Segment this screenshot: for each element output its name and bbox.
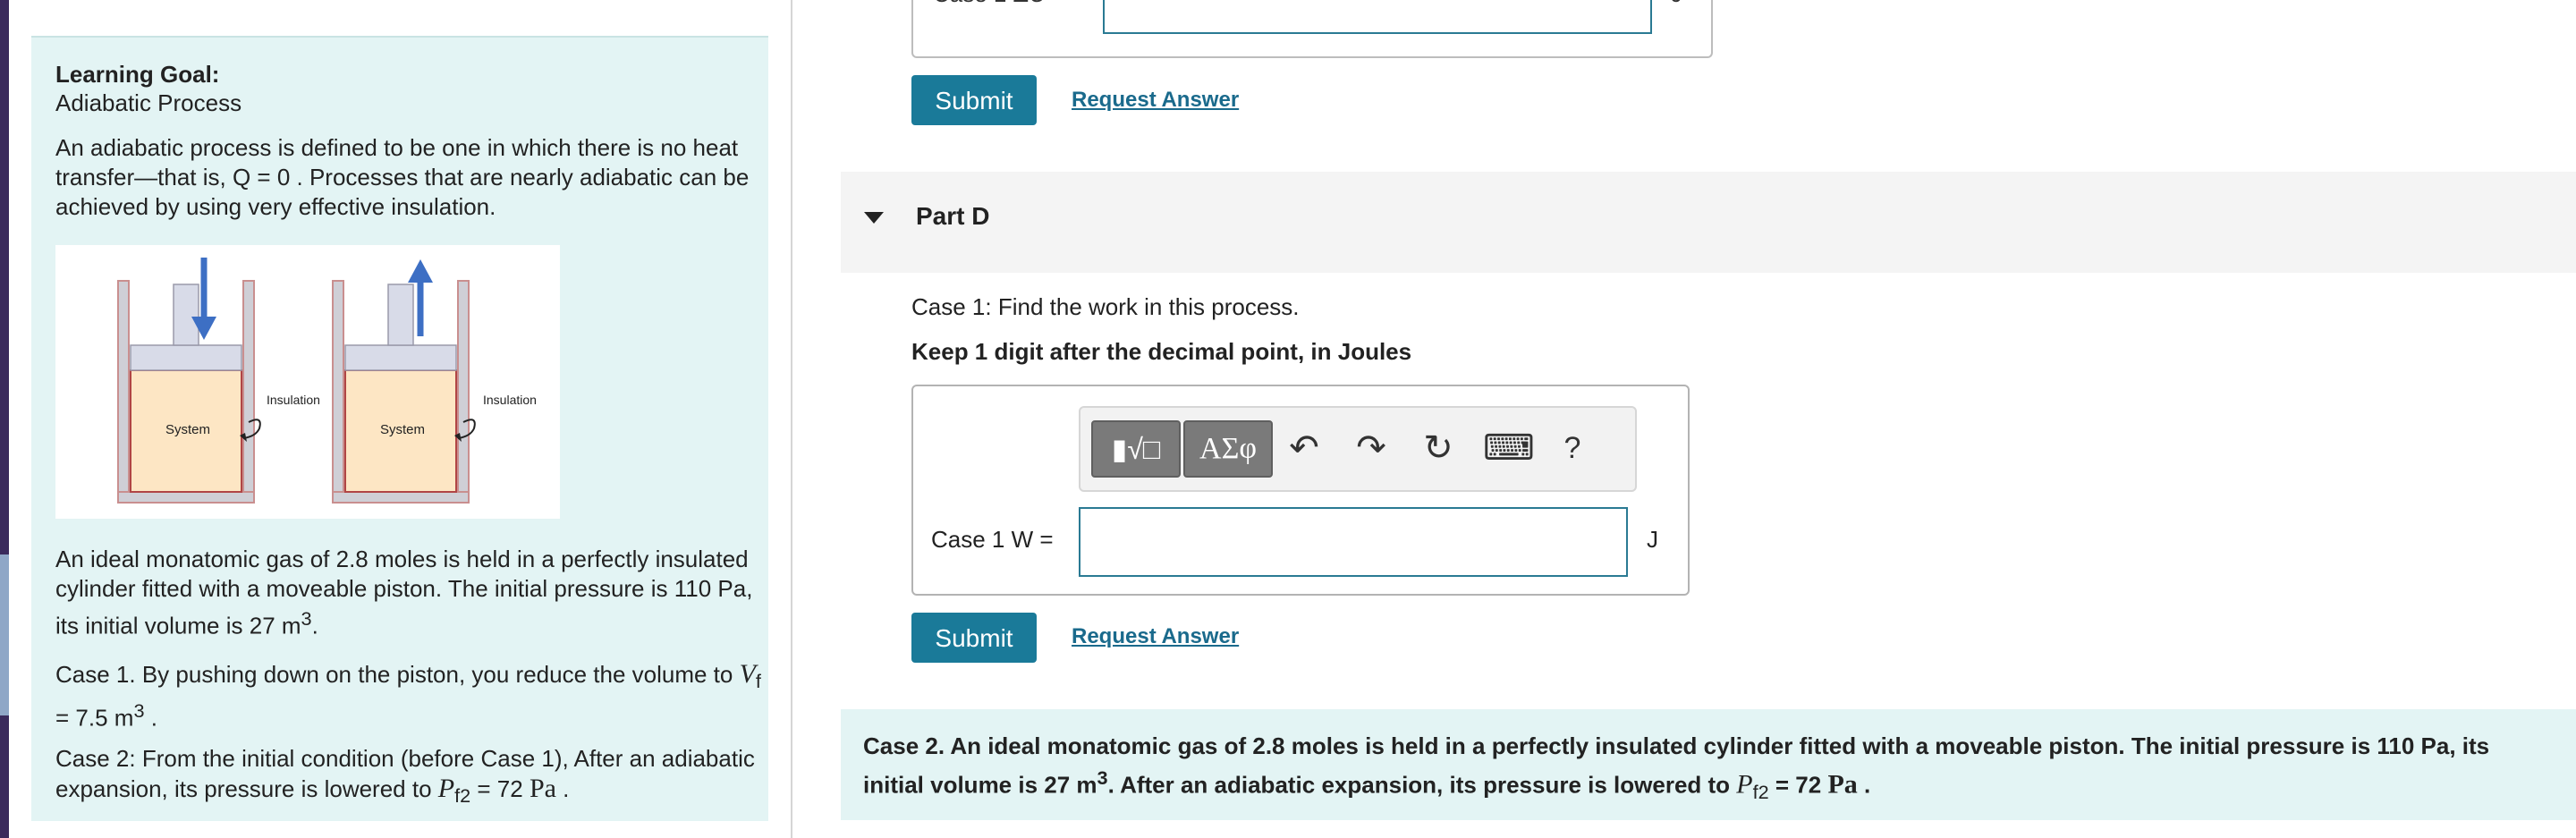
window-edge (0, 0, 9, 838)
case2-panel-val: = 72 (1768, 771, 1828, 799)
submit-button[interactable]: Submit (911, 613, 1037, 663)
case2-panel-sub: f2 (1752, 780, 1769, 803)
case2-sub: f2 (454, 784, 471, 808)
greek-symbols-button[interactable]: ΑΣφ (1183, 420, 1273, 478)
keyboard-icon[interactable]: ⌨ (1483, 427, 1535, 469)
case1-sup: 3 (133, 699, 145, 723)
case2-unit: Pa (529, 774, 556, 803)
prev-answer-unit: J (1671, 0, 1682, 8)
answer-unit: J (1647, 526, 1658, 553)
redo-icon[interactable]: ↷ (1349, 427, 1394, 469)
cylinder-right: System Insulation (332, 259, 537, 504)
piston-cylinder-diagram: System Insulation System Insulation (117, 258, 537, 504)
case2-panel-text2: . After an adiabatic expansion, its pres… (1107, 771, 1737, 799)
goal-label: Learning Goal: (55, 61, 220, 88)
insulation-label-left: Insulation (267, 393, 320, 407)
case2-panel-unit: Pa (1827, 769, 1858, 800)
case2-panel: Case 2. An ideal monatomic gas of 2.8 mo… (841, 709, 2576, 820)
collapse-caret-icon[interactable] (864, 212, 884, 224)
case2-val: = 72 (470, 775, 530, 802)
intro-paragraph: An adiabatic process is defined to be on… (55, 134, 750, 220)
part-d-header[interactable]: Part D (841, 172, 2576, 273)
templates-button[interactable]: ▮√□ (1091, 420, 1181, 478)
answer-input[interactable] (1079, 507, 1628, 577)
gas-sup: 3 (301, 607, 312, 630)
prev-answer-input[interactable] (1103, 0, 1652, 34)
insulation-label-right: Insulation (483, 393, 537, 407)
case1-sub: f (755, 670, 761, 693)
case2-description: Case 2: From the initial condition (befo… (55, 744, 762, 810)
case2-text: Case 2: From the initial condition (befo… (55, 745, 755, 802)
case1-text: Case 1. By pushing down on the piston, y… (55, 661, 740, 688)
math-toolbar: ▮√□ ΑΣφ ↶ ↷ ↻ ⌨ ? (1079, 406, 1637, 492)
undo-icon[interactable]: ↶ (1282, 427, 1326, 469)
case1-end: . (144, 704, 157, 732)
case2-var: P (437, 774, 455, 803)
answer-box: ▮√□ ΑΣφ ↶ ↷ ↻ ⌨ ? Case 1 W = J (911, 385, 1690, 596)
background-window-fragment (0, 554, 9, 715)
request-answer-link-part-c[interactable]: Request Answer (1072, 88, 1239, 113)
case2-panel-sup: 3 (1097, 766, 1108, 789)
reset-icon[interactable]: ↻ (1416, 427, 1461, 469)
instruction-text: Keep 1 digit after the decimal point, in… (911, 338, 1412, 365)
system-label-left: System (165, 422, 210, 437)
case2-panel-end: . (1857, 771, 1871, 799)
learning-goal-panel: Learning Goal: Adiabatic Process An adia… (31, 36, 768, 821)
help-icon[interactable]: ? (1550, 431, 1595, 466)
previous-answer-box: Case 1 ΔU = J (911, 0, 1713, 58)
goal-title: Adiabatic Process (55, 89, 242, 116)
case1-description: Case 1. By pushing down on the piston, y… (55, 659, 762, 733)
prev-answer-label: Case 1 ΔU = (933, 0, 1065, 8)
case2-panel-text: Case 2. An ideal monatomic gas of 2.8 mo… (863, 731, 2536, 808)
gas-text: An ideal monatomic gas of 2.8 moles is h… (55, 546, 753, 639)
gas-description: An ideal monatomic gas of 2.8 moles is h… (55, 546, 753, 639)
column-divider (791, 0, 792, 838)
part-d-title: Part D (916, 202, 990, 230)
cylinder-figure: System Insulation System Insulation (55, 245, 560, 519)
case1-val: = 7.5 m (55, 704, 134, 732)
submit-button-part-c[interactable]: Submit (911, 75, 1037, 125)
case2-end: . (555, 775, 570, 802)
case2-panel-var: P (1736, 769, 1753, 800)
case1-var: V (739, 659, 756, 689)
cylinder-left: System Insulation (117, 258, 320, 504)
system-label-right: System (380, 422, 425, 437)
request-answer-link[interactable]: Request Answer (1072, 624, 1239, 649)
answer-label: Case 1 W = (931, 526, 1054, 553)
question-text: Case 1: Find the work in this process. (911, 293, 1300, 320)
